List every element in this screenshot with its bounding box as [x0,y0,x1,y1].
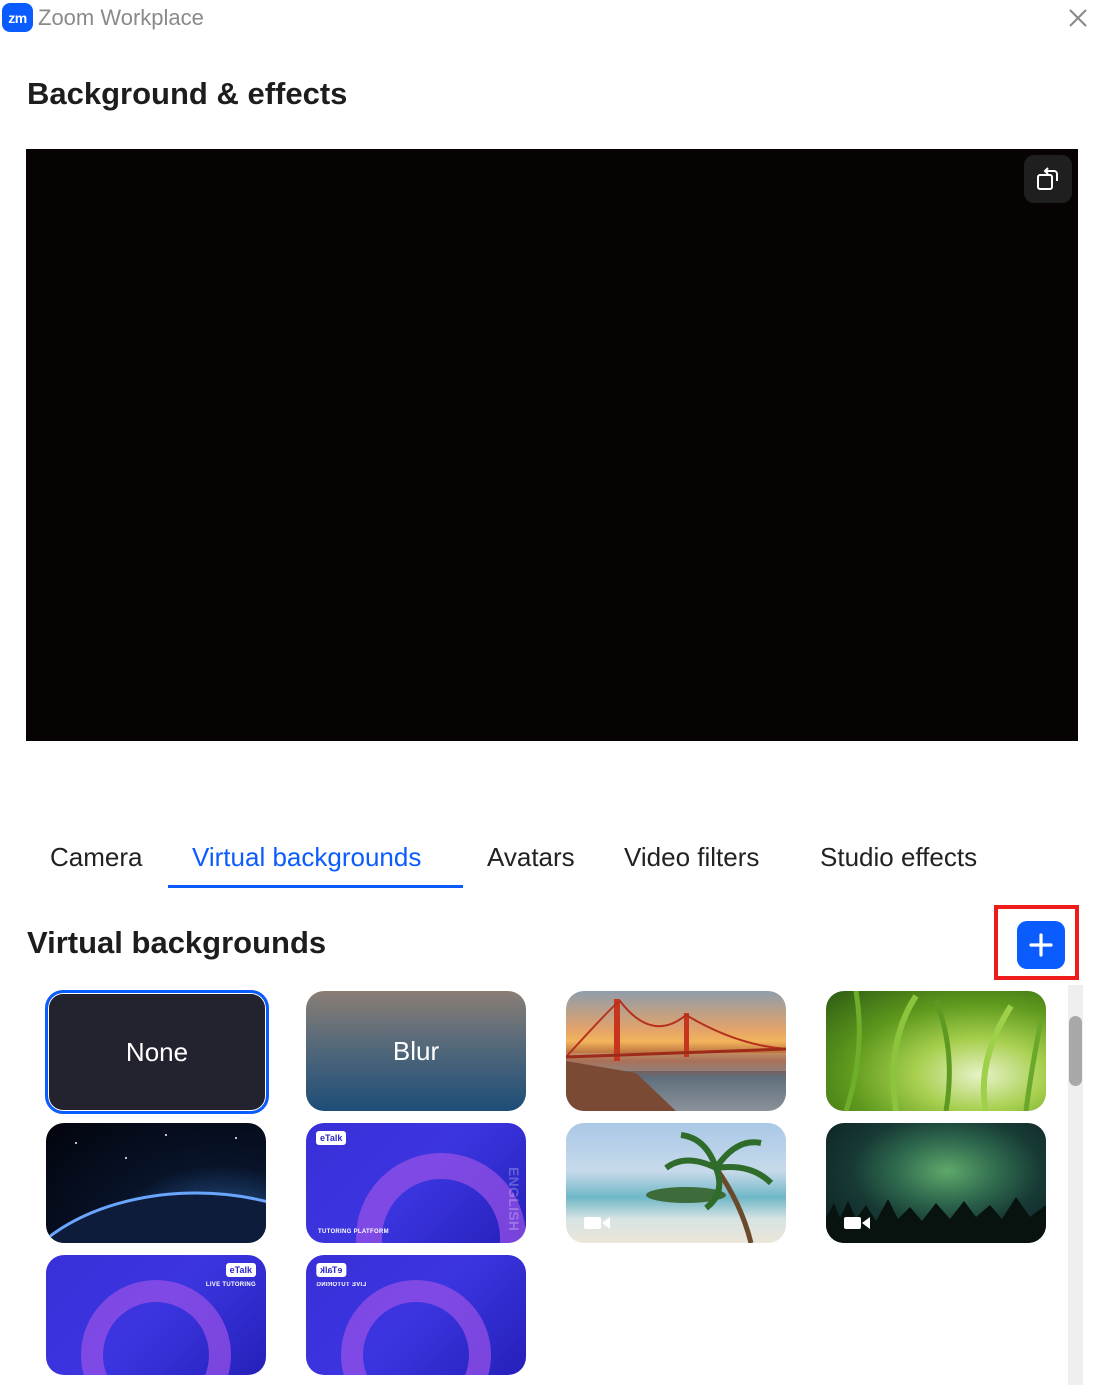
section-title: Virtual backgrounds [27,925,327,960]
grass-image [843,991,1044,1111]
tile-caption: LIVE TUTORING [316,1282,367,1288]
tab-camera[interactable]: Camera [50,842,142,873]
etalk-badge: eTalk [316,1263,347,1277]
rotate-icon [1037,167,1058,190]
background-aurora[interactable] [826,1123,1046,1243]
tab-video-filters[interactable]: Video filters [624,842,759,873]
effects-tabs: Camera Virtual backgrounds Avatars Video… [26,830,1026,890]
tile-caption: TUTORING PLATFORM [318,1229,389,1235]
title-bar: zm Zoom Workplace [0,0,1108,36]
background-grass[interactable] [826,991,1046,1111]
background-none[interactable]: None [45,990,269,1114]
tile-side-text: ENGLISH [506,1167,522,1232]
background-blur[interactable]: Blur [306,991,526,1111]
app-title: Zoom Workplace [38,5,204,30]
plus-icon [1029,933,1053,957]
close-icon [1069,9,1087,27]
background-blur-label: Blur [392,1035,440,1066]
camera-preview [26,149,1078,741]
etalk-badge: eTalk [316,1131,347,1145]
etalk-badge: eTalk [225,1263,256,1277]
background-beach-palm[interactable] [566,1123,786,1243]
ring-decoration [341,1280,491,1375]
tab-virtual-backgrounds[interactable]: Virtual backgrounds [192,842,421,873]
background-none-label: None [125,1036,189,1067]
earth-image [46,1134,266,1243]
background-etalk-tutoring-platform[interactable]: eTalk TUTORING PLATFORM ENGLISH [306,1123,526,1243]
tab-studio-effects[interactable]: Studio effects [820,842,977,873]
scrollbar-thumb[interactable] [1069,1016,1082,1086]
active-tab-indicator [168,885,463,888]
video-icon [844,1217,870,1229]
tile-caption: LIVE TUTORING [205,1282,256,1288]
rotate-camera-button[interactable] [1024,155,1072,203]
video-icon [584,1217,610,1229]
background-etalk-live-tutoring-mirrored[interactable]: eTalk LIVE TUTORING [306,1255,526,1375]
page-title: Background & effects [27,76,348,111]
tab-avatars[interactable]: Avatars [487,842,575,873]
zoom-logo: zm [2,3,33,32]
ring-decoration [81,1280,231,1375]
close-button[interactable] [1064,4,1092,32]
background-earth-from-space[interactable] [46,1123,266,1243]
background-etalk-live-tutoring[interactable]: eTalk LIVE TUTORING [46,1255,266,1375]
bridge-image [566,999,786,1111]
add-background-button[interactable] [1017,921,1065,969]
background-golden-gate-bridge[interactable] [566,991,786,1111]
